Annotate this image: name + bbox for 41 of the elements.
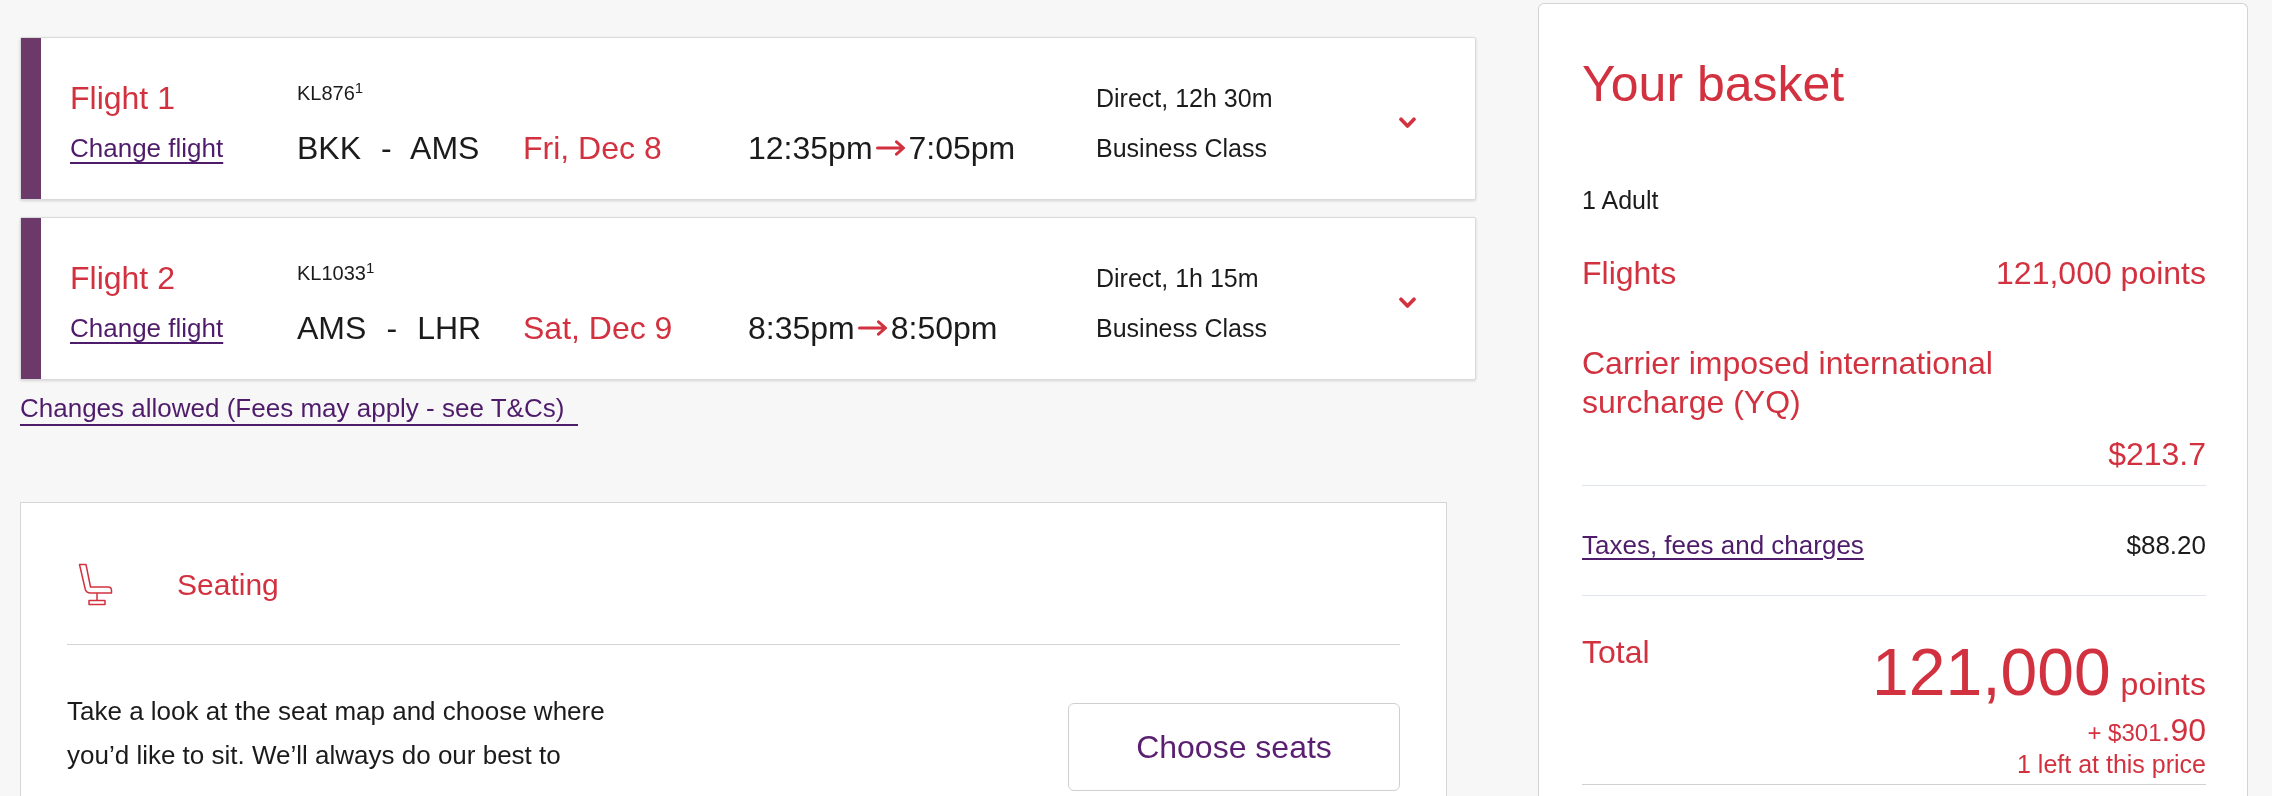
chevron-down-icon[interactable] bbox=[1399, 117, 1416, 129]
departure-time: 8:35pm bbox=[748, 309, 855, 347]
change-flight-link[interactable]: Change flight bbox=[70, 309, 224, 347]
cabin-class: Business Class bbox=[1096, 313, 1267, 344]
passenger-count: 1 Adult bbox=[1582, 185, 1660, 215]
route-text: BKK - AMS bbox=[297, 129, 480, 167]
cabin-class: Business Class bbox=[1096, 133, 1267, 164]
cash-cents: .90 bbox=[2161, 713, 2206, 748]
surcharge-label: Carrier imposed international surcharge (YQ) bbox=[1582, 344, 1994, 422]
flight-number: KL1033$^{1}$ bbox=[297, 260, 375, 286]
taxes-fees-link[interactable]: Taxes, fees and charges bbox=[1582, 530, 1864, 561]
arrow-right-icon bbox=[857, 320, 888, 336]
flights-points: 121,000 points bbox=[1996, 254, 2206, 292]
flight-date: Fri, Dec 8 bbox=[523, 129, 662, 167]
points-unit: points bbox=[2120, 665, 2206, 703]
seat-icon bbox=[77, 563, 113, 606]
chevron-down-icon[interactable] bbox=[1399, 297, 1416, 309]
total-points: 121,000 bbox=[1872, 639, 2111, 705]
choose-seats-button[interactable]: Choose seats bbox=[1068, 703, 1400, 791]
availability-note: 1 left at this price bbox=[2017, 750, 2206, 778]
arrival-time: 8:50pm bbox=[890, 309, 998, 347]
cash-amount: + $301 bbox=[2087, 718, 2162, 748]
flight-date: Sat, Dec 9 bbox=[523, 309, 673, 347]
flight-number: KL876$^{1}$ bbox=[297, 80, 364, 106]
flight-title: Flight 2 bbox=[70, 259, 176, 297]
flight-title: Flight 1 bbox=[70, 79, 176, 117]
total-label: Total bbox=[1582, 633, 1650, 671]
flight-duration: Direct, 1h 15m bbox=[1096, 263, 1259, 294]
change-flight-link[interactable]: Change flight bbox=[70, 129, 224, 167]
seating-description: Take a look at the seat map and choose where you’d like to sit. We’ll always do our best to bbox=[67, 695, 606, 772]
flight-duration: Direct, 12h 30m bbox=[1096, 83, 1273, 114]
seating-title: Seating bbox=[177, 566, 279, 603]
basket-title: Your basket bbox=[1582, 55, 1846, 114]
flights-label: Flights bbox=[1582, 254, 1677, 292]
arrow-right-icon bbox=[875, 140, 906, 156]
route-text: AMS - LHR bbox=[297, 309, 482, 347]
surcharge-amount: $213.7 bbox=[2108, 435, 2206, 473]
taxes-amount: $88.20 bbox=[2126, 530, 2206, 561]
changes-allowed-link[interactable]: Changes allowed (Fees may apply - see T&Cs) bbox=[20, 393, 579, 426]
departure-time: 12:35pm bbox=[748, 129, 873, 167]
arrival-time: 7:05pm bbox=[908, 129, 1016, 167]
